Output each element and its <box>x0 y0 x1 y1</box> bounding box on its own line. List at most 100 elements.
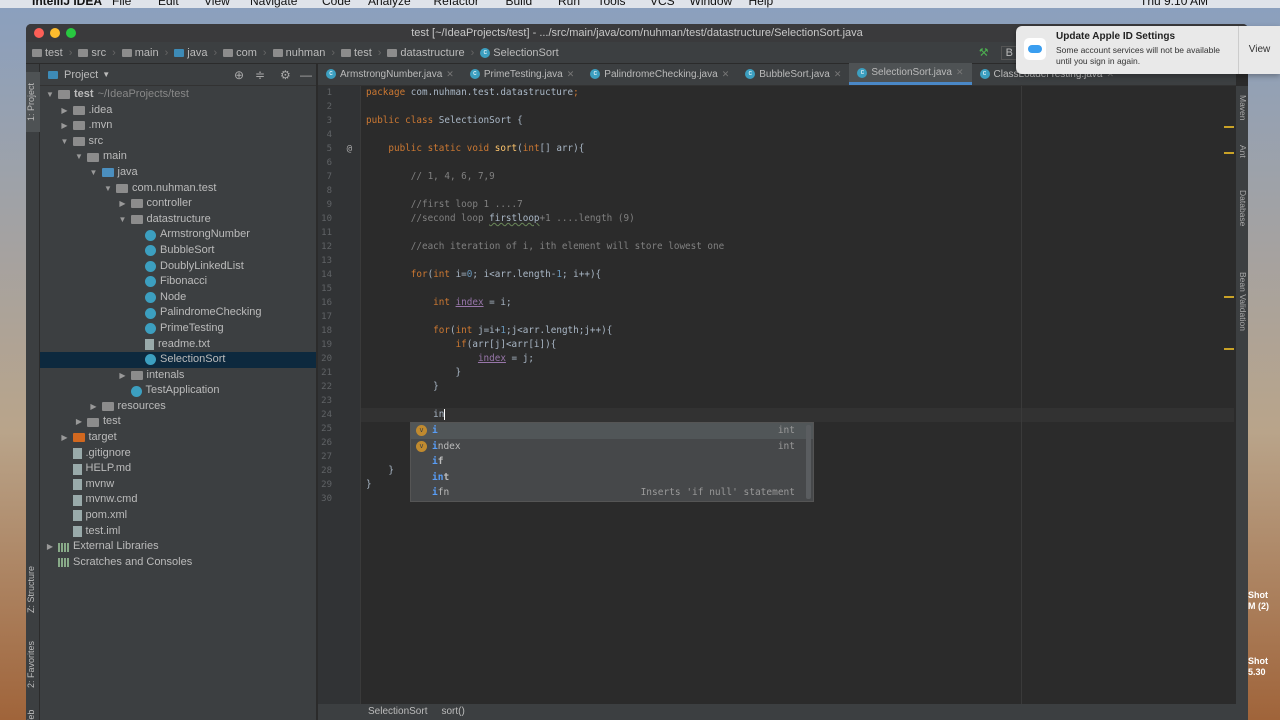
tool-maven[interactable]: Maven <box>1236 88 1248 128</box>
menu-code[interactable]: Code <box>322 0 351 8</box>
tree-item-bubblesort[interactable]: BubbleSort <box>40 243 316 259</box>
tree-item-src[interactable]: ▼ src <box>40 134 316 150</box>
breadcrumb-item[interactable]: c SelectionSort <box>480 47 559 59</box>
code-line[interactable]: if(arr[j]<arr[i]){ <box>361 338 1234 352</box>
code-line[interactable]: package com.nuhman.test.datastructure; <box>361 86 1234 100</box>
code-line[interactable]: for(int i=0; i<arr.length-1; i++){ <box>361 268 1234 282</box>
close-tab-icon[interactable]: ✕ <box>567 69 575 80</box>
app-menu[interactable]: IntelliJ IDEA <box>32 0 102 8</box>
tool-project[interactable]: 1: Project <box>26 72 40 132</box>
close-window-button[interactable] <box>34 28 44 38</box>
chevron-right-icon[interactable]: ▶ <box>75 414 83 430</box>
menu-analyze[interactable]: Analyze <box>368 0 411 8</box>
tree-item-main[interactable]: ▼ main <box>40 149 316 165</box>
desktop-file-label[interactable]: M (2) <box>1248 601 1269 612</box>
tool-web[interactable]: Web <box>26 704 40 720</box>
menu-help[interactable]: Help <box>749 0 774 8</box>
minimize-window-button[interactable] <box>50 28 60 38</box>
code-line[interactable]: //each iteration of i, ith element will … <box>361 240 1234 254</box>
chevron-right-icon[interactable]: ▶ <box>46 539 54 555</box>
popup-scrollbar[interactable] <box>806 425 811 499</box>
menu-vcs[interactable]: VCS <box>650 0 675 8</box>
tree-item-resources[interactable]: ▶ resources <box>40 399 316 415</box>
tool-structure[interactable]: Z: Structure <box>26 554 40 624</box>
tree-item-datastructure[interactable]: ▼ datastructure <box>40 212 316 228</box>
chevron-down-icon[interactable]: ▼ <box>46 87 54 103</box>
warning-marker[interactable] <box>1224 126 1234 128</box>
tree-item--mvn[interactable]: ▶ .mvn <box>40 118 316 134</box>
chevron-down-icon[interactable]: ▼ <box>90 165 98 181</box>
code-line[interactable]: public class SelectionSort { <box>361 114 1234 128</box>
chevron-down-icon[interactable]: ▼ <box>102 70 110 79</box>
tab-palindromechecking[interactable]: c PalindromeChecking.java ✕ <box>582 63 737 85</box>
close-tab-icon[interactable]: ✕ <box>722 69 730 80</box>
tab-bubblesort[interactable]: c BubbleSort.java ✕ <box>737 63 849 85</box>
tree-item-test-iml[interactable]: test.iml <box>40 524 316 540</box>
tree-item-external-libraries[interactable]: ▶ External Libraries <box>40 539 316 555</box>
chevron-right-icon[interactable]: ▶ <box>90 399 98 415</box>
tree-item-readme-txt[interactable]: readme.txt <box>40 337 316 353</box>
breadcrumb-item[interactable]: test <box>341 47 372 59</box>
tree-item-controller[interactable]: ▶ controller <box>40 196 316 212</box>
tree-item-armstrongnumber[interactable]: ArmstrongNumber <box>40 227 316 243</box>
code-line[interactable]: in <box>361 408 1234 423</box>
tree-item-palindromechecking[interactable]: PalindromeChecking <box>40 305 316 321</box>
code-line[interactable]: for(int j=i+1;j<arr.length;j++){ <box>361 324 1234 338</box>
menu-navigate[interactable]: Navigate <box>250 0 297 8</box>
completion-item[interactable]: in t <box>411 470 813 486</box>
gear-icon[interactable]: ⚙ <box>280 68 291 82</box>
code-line[interactable] <box>361 226 1234 240</box>
tree-item-com-nuhman-test[interactable]: ▼ com.nuhman.test <box>40 181 316 197</box>
tree-item--idea[interactable]: ▶ .idea <box>40 103 316 119</box>
menu-view[interactable]: View <box>204 0 230 8</box>
completion-item[interactable]: if <box>411 454 813 470</box>
tree-item-target[interactable]: ▶ target <box>40 430 316 446</box>
code-line[interactable] <box>361 100 1234 114</box>
desktop-file-label[interactable]: Shot <box>1248 590 1269 601</box>
tab-primetesting[interactable]: c PrimeTesting.java ✕ <box>462 63 582 85</box>
chevron-down-icon[interactable]: ▼ <box>119 212 127 228</box>
code-line[interactable] <box>361 394 1234 408</box>
warning-marker[interactable] <box>1224 152 1234 154</box>
chevron-down-icon[interactable]: ▼ <box>61 134 69 150</box>
code-line[interactable]: index = j; <box>361 352 1234 366</box>
code-line[interactable]: // 1, 4, 6, 7,9 <box>361 170 1234 184</box>
menu-run[interactable]: Run <box>558 0 580 8</box>
breadcrumb-item[interactable]: nuhman <box>272 47 325 59</box>
tree-item-doublylinkedlist[interactable]: DoublyLinkedList <box>40 259 316 275</box>
warning-marker[interactable] <box>1224 348 1234 350</box>
chevron-right-icon[interactable]: ▶ <box>119 368 127 384</box>
chevron-down-icon[interactable]: ▼ <box>75 149 83 165</box>
chevron-right-icon[interactable]: ▶ <box>119 196 127 212</box>
tree-item-java[interactable]: ▼ java <box>40 165 316 181</box>
tree-item-pom-xml[interactable]: pom.xml <box>40 508 316 524</box>
warning-marker[interactable] <box>1224 296 1234 298</box>
tree-item-mvnw[interactable]: mvnw <box>40 477 316 493</box>
tree-item-node[interactable]: Node <box>40 290 316 306</box>
menu-file[interactable]: File <box>112 0 131 8</box>
tree-item-testapplication[interactable]: TestApplication <box>40 383 316 399</box>
tree-item-test[interactable]: ▶ test <box>40 414 316 430</box>
tree-item-help-md[interactable]: HELP.md <box>40 461 316 477</box>
tool-database[interactable]: Database <box>1236 178 1248 238</box>
menu-refactor[interactable]: Refactor <box>434 0 479 8</box>
breadcrumb-method[interactable]: sort() <box>441 704 464 720</box>
code-editor[interactable]: package com.nuhman.test.datastructure; pu… <box>360 86 1234 704</box>
tool-bean-validation[interactable]: Bean Validation <box>1236 256 1248 346</box>
code-line[interactable]: } <box>361 366 1234 380</box>
breadcrumb-item[interactable]: datastructure <box>387 47 465 59</box>
breadcrumb-item[interactable]: java <box>174 47 207 59</box>
desktop-file-label[interactable]: 5.30 <box>1248 667 1269 678</box>
breadcrumb-class[interactable]: SelectionSort <box>368 704 427 720</box>
code-line[interactable]: int index = i; <box>361 296 1234 310</box>
tree-item-primetesting[interactable]: PrimeTesting <box>40 321 316 337</box>
completion-item[interactable]: i fn Inserts 'if null' statement <box>411 485 813 501</box>
project-view-selector[interactable]: Project <box>64 69 98 81</box>
code-line[interactable] <box>361 184 1234 198</box>
breadcrumb-item[interactable]: src <box>78 47 106 59</box>
completion-item[interactable]: v i ndex int <box>411 439 813 455</box>
tree-item--gitignore[interactable]: .gitignore <box>40 446 316 462</box>
build-hammer-icon[interactable]: ⚒ <box>979 46 989 59</box>
breadcrumb-item[interactable]: com <box>223 47 257 59</box>
tool-ant[interactable]: Ant <box>1236 136 1248 166</box>
